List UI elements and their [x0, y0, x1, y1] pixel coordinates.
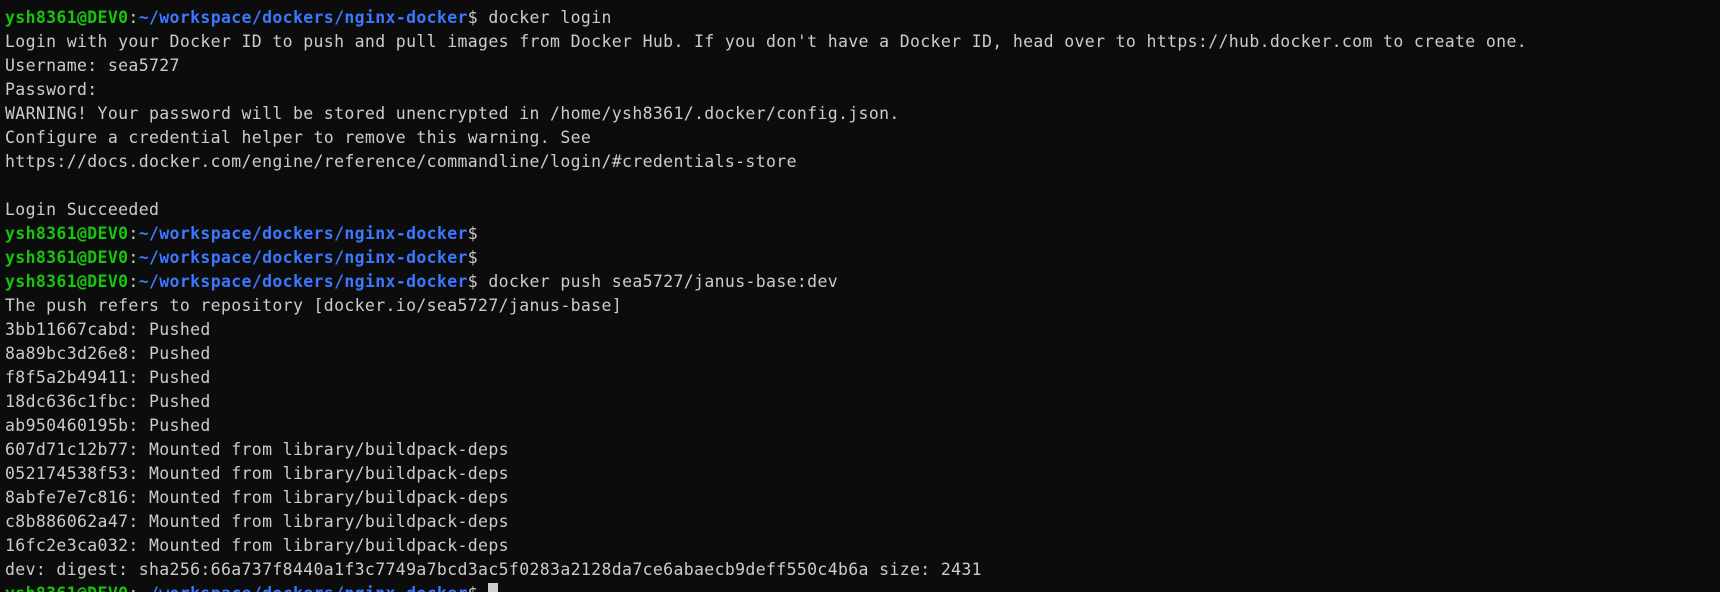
prompt-line: ysh8361@DEV0:~/workspace/dockers/nginx-d… — [5, 246, 1715, 270]
prompt-separator: : — [128, 8, 139, 27]
output-line: ab950460195b: Pushed — [5, 416, 211, 435]
command-text — [478, 584, 488, 592]
output-line: 18dc636c1fbc: Pushed — [5, 392, 211, 411]
output-line: https://docs.docker.com/engine/reference… — [5, 152, 797, 171]
output-line: Login Succeeded — [5, 200, 160, 219]
output-line: f8f5a2b49411: Pushed — [5, 368, 211, 387]
output-line: 607d71c12b77: Mounted from library/build… — [5, 440, 509, 459]
output-line: 16fc2e3ca032: Mounted from library/build… — [5, 536, 509, 555]
prompt-path: ~/workspace/dockers/nginx-docker — [139, 584, 468, 592]
output-line: c8b886062a47: Mounted from library/build… — [5, 512, 509, 531]
output-line: dev: digest: sha256:66a737f8440a1f3c7749… — [5, 560, 982, 579]
output-line: WARNING! Your password will be stored un… — [5, 104, 900, 123]
prompt-user-host: ysh8361@DEV0 — [5, 272, 129, 291]
cursor — [488, 583, 499, 592]
prompt-separator: : — [128, 584, 138, 592]
output-line: 8a89bc3d26e8: Pushed — [5, 344, 211, 363]
prompt-separator: : — [128, 224, 139, 243]
output-line: 8abfe7e7c816: Mounted from library/build… — [5, 488, 509, 507]
prompt-path: ~/workspace/dockers/nginx-docker — [138, 272, 468, 291]
prompt-symbol: $ — [467, 248, 479, 267]
prompt-path: ~/workspace/dockers/nginx-docker — [138, 8, 468, 27]
prompt-symbol: $ — [467, 272, 479, 291]
output-line: Configure a credential helper to remove … — [5, 128, 592, 147]
prompt-user-host: ysh8361@DEV0 — [5, 224, 129, 243]
output-line: Username: sea5727 — [5, 56, 180, 75]
prompt-line: ysh8361@DEV0:~/workspace/dockers/nginx-d… — [5, 582, 1715, 592]
prompt-line: ysh8361@DEV0:~/workspace/dockers/nginx-d… — [5, 222, 1715, 246]
output-line: The push refers to repository [docker.io… — [5, 296, 623, 315]
output-line: Login with your Docker ID to push and pu… — [5, 32, 1528, 51]
prompt-separator: : — [128, 272, 139, 291]
prompt-user-host: ysh8361@DEV0 — [5, 8, 129, 27]
output-line: 3bb11667cabd: Pushed — [5, 320, 211, 339]
prompt-path: ~/workspace/dockers/nginx-docker — [138, 248, 468, 267]
prompt-symbol: $ — [467, 8, 479, 27]
output-line: Password: — [5, 80, 98, 99]
prompt-line: ysh8361@DEV0:~/workspace/dockers/nginx-d… — [5, 270, 1715, 294]
prompt-user-host: ysh8361@DEV0 — [5, 248, 129, 267]
prompt-path: ~/workspace/dockers/nginx-docker — [138, 224, 468, 243]
prompt-symbol: $ — [467, 224, 479, 243]
prompt-separator: : — [128, 248, 139, 267]
command-text: docker push sea5727/janus-base:dev — [478, 272, 839, 291]
output-line: 052174538f53: Mounted from library/build… — [5, 464, 509, 483]
terminal-output[interactable]: ysh8361@DEV0:~/workspace/dockers/nginx-d… — [5, 6, 1715, 592]
prompt-user-host: ysh8361@DEV0 — [5, 584, 128, 592]
prompt-line: ysh8361@DEV0:~/workspace/dockers/nginx-d… — [5, 6, 1715, 30]
prompt-symbol: $ — [468, 584, 478, 592]
command-text: docker login — [478, 8, 612, 27]
